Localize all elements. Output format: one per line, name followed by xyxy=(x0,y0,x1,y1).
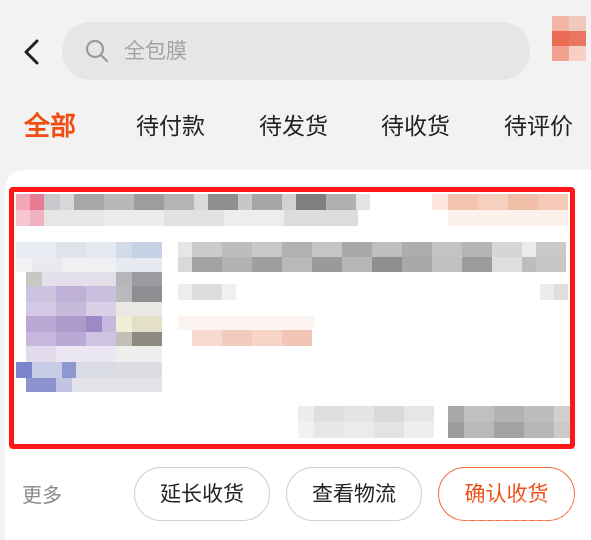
tab-all[interactable]: 全部 xyxy=(24,104,76,150)
tab-pending-receipt[interactable]: 待收货 xyxy=(381,104,450,150)
order-status-text xyxy=(432,194,570,226)
search-input[interactable] xyxy=(124,31,530,71)
search-icon xyxy=(84,38,110,64)
tab-pending-shipment[interactable]: 待发货 xyxy=(259,104,328,150)
product-tag xyxy=(178,316,314,348)
chevron-left-icon xyxy=(24,39,39,65)
back-button[interactable] xyxy=(14,34,50,70)
search-bar[interactable] xyxy=(62,22,530,80)
order-status-tabs: 全部 待付款 待发货 待收货 待评价 xyxy=(0,104,591,150)
confirm-receipt-button[interactable]: 确认收货 xyxy=(438,467,575,521)
extend-receipt-button[interactable]: 延长收货 xyxy=(134,467,270,521)
avatar[interactable] xyxy=(552,16,586,62)
product-spec xyxy=(178,284,248,300)
product-title[interactable] xyxy=(178,242,570,272)
tab-pending-review[interactable]: 待评价 xyxy=(504,104,573,150)
more-actions-link[interactable]: 更多 xyxy=(22,480,62,510)
tab-pending-payment[interactable]: 待付款 xyxy=(136,104,205,150)
order-list-page: 全部 待付款 待发货 待收货 待评价 xyxy=(0,0,591,540)
product-image[interactable] xyxy=(16,242,176,392)
view-logistics-button[interactable]: 查看物流 xyxy=(286,467,422,521)
product-quantity xyxy=(540,284,570,300)
order-summary xyxy=(298,406,570,438)
